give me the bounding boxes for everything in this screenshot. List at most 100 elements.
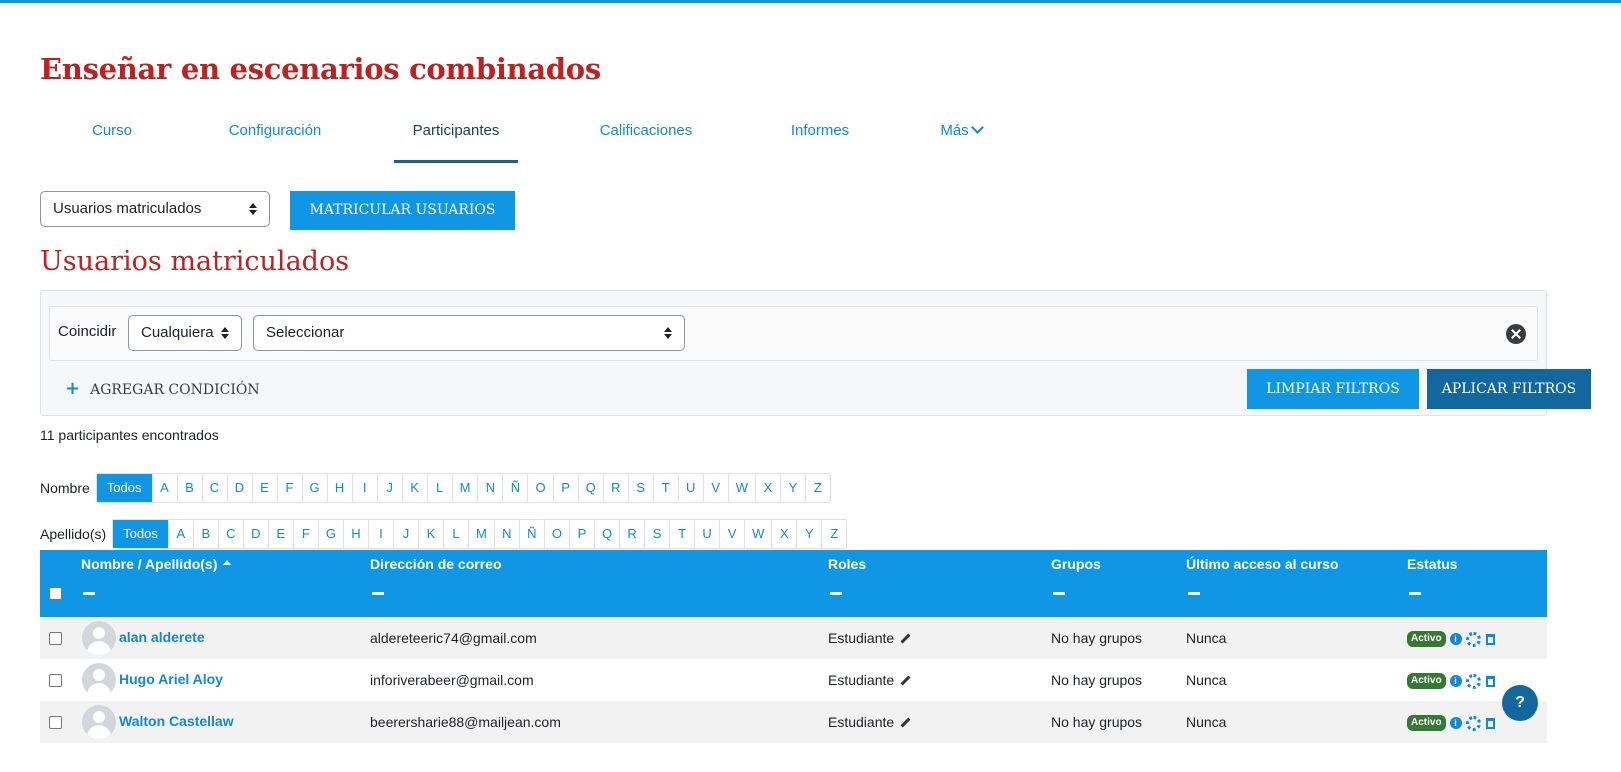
initial-letter[interactable]: C (202, 474, 228, 502)
initial-letter[interactable]: Q (594, 520, 621, 548)
initial-letter[interactable]: D (243, 520, 269, 548)
initial-letter[interactable]: V (703, 474, 729, 502)
initial-letter[interactable]: X (772, 520, 798, 548)
pencil-icon[interactable] (900, 633, 911, 644)
participant-name-link[interactable]: Walton Castellaw (119, 701, 234, 741)
participant-name-link[interactable]: alan alderete (119, 617, 205, 657)
collapse-status-icon[interactable] (1409, 592, 1421, 595)
initial-letter[interactable]: L (427, 474, 453, 502)
add-condition-label: AGREGAR CONDICIÓN (90, 382, 260, 398)
collapse-last-access-icon[interactable] (1188, 592, 1200, 595)
initial-letter[interactable]: T (670, 520, 696, 548)
initial-letter[interactable]: F (293, 520, 319, 548)
initial-letter[interactable]: H (327, 474, 353, 502)
row-checkbox[interactable] (49, 674, 62, 687)
initial-letter[interactable]: J (377, 474, 403, 502)
initial-letter[interactable]: L (443, 520, 469, 548)
initial-letter[interactable]: R (603, 474, 629, 502)
initial-letter[interactable]: V (720, 520, 746, 548)
initial-letter[interactable]: W (745, 520, 773, 548)
header-name[interactable]: Nombre / Apellido(s) (81, 556, 232, 572)
initial-letter[interactable]: M (452, 474, 479, 502)
initial-all[interactable]: Todos (96, 474, 153, 502)
initial-letter[interactable]: Q (578, 474, 604, 502)
initial-letter[interactable]: P (553, 474, 579, 502)
initial-letter[interactable]: I (352, 474, 378, 502)
trash-icon[interactable] (1485, 675, 1495, 687)
gear-icon[interactable] (1465, 715, 1481, 731)
initial-letter[interactable]: R (620, 520, 646, 548)
tab-configuracion[interactable]: Configuración (210, 105, 340, 163)
initial-letter[interactable]: T (653, 474, 679, 502)
initial-letter[interactable]: M (468, 520, 495, 548)
info-icon[interactable]: i (1449, 633, 1462, 646)
initial-letter[interactable]: D (227, 474, 253, 502)
initial-letter[interactable]: Ñ (519, 520, 545, 548)
collapse-name-icon[interactable] (83, 592, 95, 595)
help-button[interactable]: ? (1502, 685, 1538, 721)
tab-calificaciones[interactable]: Calificaciones (586, 105, 706, 163)
initial-letter[interactable]: B (193, 520, 219, 548)
info-icon[interactable]: i (1449, 675, 1462, 688)
initial-letter[interactable]: Z (806, 474, 830, 502)
initial-letter[interactable]: A (152, 474, 178, 502)
initial-letter[interactable]: S (645, 520, 671, 548)
initial-letter[interactable]: O (528, 474, 554, 502)
initial-letter[interactable]: Y (797, 520, 823, 548)
clear-filters-button[interactable]: LIMPIAR FILTROS (1247, 369, 1419, 409)
initial-letter[interactable]: F (277, 474, 303, 502)
collapse-roles-icon[interactable] (830, 592, 842, 595)
gear-icon[interactable] (1465, 673, 1481, 689)
initial-letter[interactable]: E (268, 520, 294, 548)
info-icon[interactable]: i (1449, 717, 1462, 730)
header-email[interactable]: Dirección de correo (370, 556, 502, 572)
initial-letter[interactable]: N (478, 474, 504, 502)
filter-type-select[interactable]: Seleccionar (253, 315, 685, 351)
initial-letter[interactable]: Z (822, 520, 847, 548)
apply-filters-button[interactable]: APLICAR FILTROS (1427, 369, 1591, 409)
row-checkbox[interactable] (49, 716, 62, 729)
initial-letter[interactable]: C (218, 520, 244, 548)
enrol-users-button[interactable]: MATRICULAR USUARIOS (290, 191, 515, 230)
initial-letter[interactable]: N (494, 520, 520, 548)
tab-mas[interactable]: Más (926, 105, 996, 163)
trash-icon[interactable] (1485, 633, 1495, 645)
add-condition-button[interactable]: + AGREGAR CONDICIÓN (65, 378, 260, 399)
collapse-email-icon[interactable] (372, 592, 384, 595)
view-select[interactable]: Usuarios matriculados (40, 191, 270, 227)
initial-all[interactable]: Todos (113, 520, 169, 548)
trash-icon[interactable] (1485, 717, 1495, 729)
initial-letter[interactable]: U (678, 474, 704, 502)
initial-letter[interactable]: W (728, 474, 756, 502)
tab-informes[interactable]: Informes (770, 105, 870, 163)
gear-icon[interactable] (1465, 631, 1481, 647)
initial-letter[interactable]: G (318, 520, 344, 548)
initial-letter[interactable]: P (569, 520, 595, 548)
pencil-icon[interactable] (900, 675, 911, 686)
initial-letter[interactable]: I (368, 520, 394, 548)
participant-name-link[interactable]: Hugo Ariel Aloy (119, 659, 223, 699)
initial-letter[interactable]: G (302, 474, 328, 502)
initial-letter[interactable]: A (168, 520, 194, 548)
row-checkbox[interactable] (49, 632, 62, 645)
initial-letter[interactable]: O (544, 520, 570, 548)
initial-letter[interactable]: K (402, 474, 428, 502)
header-last-access[interactable]: Último acceso al curso (1186, 556, 1339, 572)
select-all-checkbox[interactable] (49, 587, 62, 600)
initial-letter[interactable]: U (695, 520, 721, 548)
initial-letter[interactable]: H (343, 520, 369, 548)
pencil-icon[interactable] (900, 717, 911, 728)
initial-letter[interactable]: J (393, 520, 419, 548)
initial-letter[interactable]: X (756, 474, 781, 502)
initial-letter[interactable]: E (252, 474, 278, 502)
initial-letter[interactable]: Y (781, 474, 806, 502)
initial-letter[interactable]: S (628, 474, 654, 502)
tab-curso[interactable]: Curso (40, 105, 184, 163)
collapse-groups-icon[interactable] (1053, 592, 1065, 595)
tab-participantes[interactable]: Participantes (394, 105, 518, 163)
initial-letter[interactable]: Ñ (503, 474, 529, 502)
match-select[interactable]: Cualquiera (128, 315, 242, 351)
remove-condition-icon[interactable] (1506, 324, 1526, 344)
initial-letter[interactable]: K (418, 520, 444, 548)
initial-letter[interactable]: B (177, 474, 203, 502)
